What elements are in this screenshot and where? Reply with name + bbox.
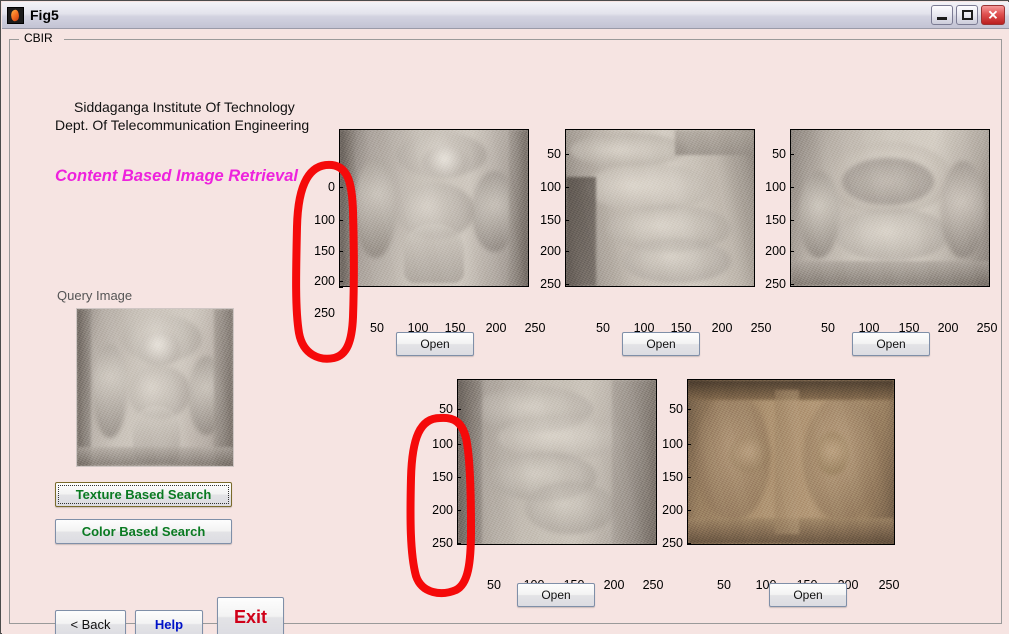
open-button-5[interactable]: Open (769, 583, 847, 607)
open-button-1-label: Open (420, 337, 450, 351)
result-1-ytick-1: 100 (314, 213, 335, 227)
window-frame: Fig5 ✕ CBIR Siddaganga Institute Of Tech… (0, 0, 1009, 634)
window-controls: ✕ (931, 5, 1005, 25)
back-button-label: < Back (70, 616, 111, 632)
back-button[interactable]: < Back (55, 610, 126, 634)
result-2-xtick-3: 200 (711, 321, 733, 335)
result-3-ytick-4: 250 (765, 277, 786, 291)
result-5-ytick-0: 50 (669, 402, 683, 416)
result-4-ytick-4: 250 (432, 536, 453, 550)
result-3-xtick-0: 50 (821, 321, 835, 335)
open-button-2[interactable]: Open (622, 332, 700, 356)
result-1-xtick-3: 200 (485, 321, 507, 335)
result-1-ytick-0: 0 (328, 180, 335, 194)
color-based-search-button[interactable]: Color Based Search (55, 519, 232, 544)
result-image-1-artwork (340, 130, 528, 286)
result-image-3-artwork (791, 130, 989, 286)
result-1-ytick-2: 150 (314, 244, 335, 258)
result-3-xtick-3: 200 (937, 321, 959, 335)
help-button-label: Help (154, 616, 184, 632)
maximize-button[interactable] (956, 5, 978, 25)
result-3-ytick-2: 150 (765, 213, 786, 227)
result-4-ytick-2: 150 (432, 470, 453, 484)
result-2-ytick-3: 200 (540, 244, 561, 258)
result-4-ytick-0: 50 (439, 402, 453, 416)
result-4-ytick-3: 200 (432, 503, 453, 517)
result-4-ytick-1: 100 (432, 437, 453, 451)
result-5-ytick-2: 150 (662, 470, 683, 484)
open-button-4[interactable]: Open (517, 583, 595, 607)
result-2-ytick-4: 250 (540, 277, 561, 291)
exit-button[interactable]: Exit (217, 597, 284, 634)
maximize-icon (962, 10, 973, 20)
result-1-ytick-3: 200 (314, 274, 335, 288)
result-image-3[interactable] (790, 129, 990, 287)
query-image[interactable] (76, 308, 234, 467)
panel-border-right (64, 39, 1002, 40)
help-button[interactable]: Help (135, 610, 203, 634)
panel-label: CBIR (21, 31, 56, 46)
page-title: Content Based Image Retrieval (55, 167, 298, 185)
result-4-xtick-0: 50 (487, 578, 501, 592)
result-3-ytick-0: 50 (772, 147, 786, 161)
result-3-ytick-3: 200 (765, 244, 786, 258)
panel-border-left (9, 39, 19, 40)
color-based-search-label: Color Based Search (81, 524, 206, 539)
texture-based-search-button[interactable]: Texture Based Search (55, 482, 232, 507)
result-3-ytick-1: 100 (765, 180, 786, 194)
result-1-xtick-0: 50 (370, 321, 384, 335)
institute-name: Siddaganga Institute Of Technology (74, 99, 295, 115)
query-image-artwork (77, 309, 233, 466)
texture-based-search-label: Texture Based Search (75, 487, 212, 502)
result-image-5-artwork (688, 380, 894, 544)
result-5-ytick-3: 200 (662, 503, 683, 517)
result-5-xtick-4: 250 (878, 578, 900, 592)
department-name: Dept. Of Telecommunication Engineering (55, 117, 310, 133)
result-image-1[interactable] (339, 129, 529, 287)
result-2-xtick-4: 250 (750, 321, 772, 335)
client-area: CBIR Siddaganga Institute Of Technology … (2, 29, 1009, 634)
result-1-ytick-4: 250 (314, 306, 335, 320)
open-button-4-label: Open (541, 588, 571, 602)
result-4-xtick-4: 250 (642, 578, 664, 592)
open-button-1[interactable]: Open (396, 332, 474, 356)
result-image-2[interactable] (565, 129, 755, 287)
result-image-2-artwork (566, 130, 754, 286)
result-2-ytick-2: 150 (540, 213, 561, 227)
result-image-5[interactable] (687, 379, 895, 545)
open-button-2-label: Open (646, 337, 676, 351)
window-title: Fig5 (30, 7, 59, 23)
title-bar[interactable]: Fig5 ✕ (2, 2, 1009, 29)
open-button-3[interactable]: Open (852, 332, 930, 356)
app-root: Fig5 ✕ CBIR Siddaganga Institute Of Tech… (0, 0, 1009, 634)
close-button[interactable]: ✕ (981, 5, 1005, 25)
result-4-xtick-3: 200 (603, 578, 625, 592)
minimize-icon (937, 17, 947, 20)
close-icon: ✕ (987, 7, 999, 23)
result-5-ytick-1: 100 (662, 437, 683, 451)
query-image-label: Query Image (57, 288, 133, 303)
minimize-button[interactable] (931, 5, 953, 25)
result-2-ytick-0: 50 (547, 147, 561, 161)
result-1-xtick-4: 250 (524, 321, 546, 335)
result-image-4[interactable] (457, 379, 657, 545)
exit-button-label: Exit (233, 606, 267, 627)
result-2-ytick-1: 100 (540, 180, 561, 194)
result-3-xtick-4: 250 (976, 321, 998, 335)
result-2-xtick-0: 50 (596, 321, 610, 335)
open-button-5-label: Open (793, 588, 823, 602)
matlab-icon (7, 6, 24, 24)
result-image-4-artwork (458, 380, 656, 544)
open-button-3-label: Open (876, 337, 906, 351)
result-5-ytick-4: 250 (662, 536, 683, 550)
result-5-xtick-0: 50 (717, 578, 731, 592)
